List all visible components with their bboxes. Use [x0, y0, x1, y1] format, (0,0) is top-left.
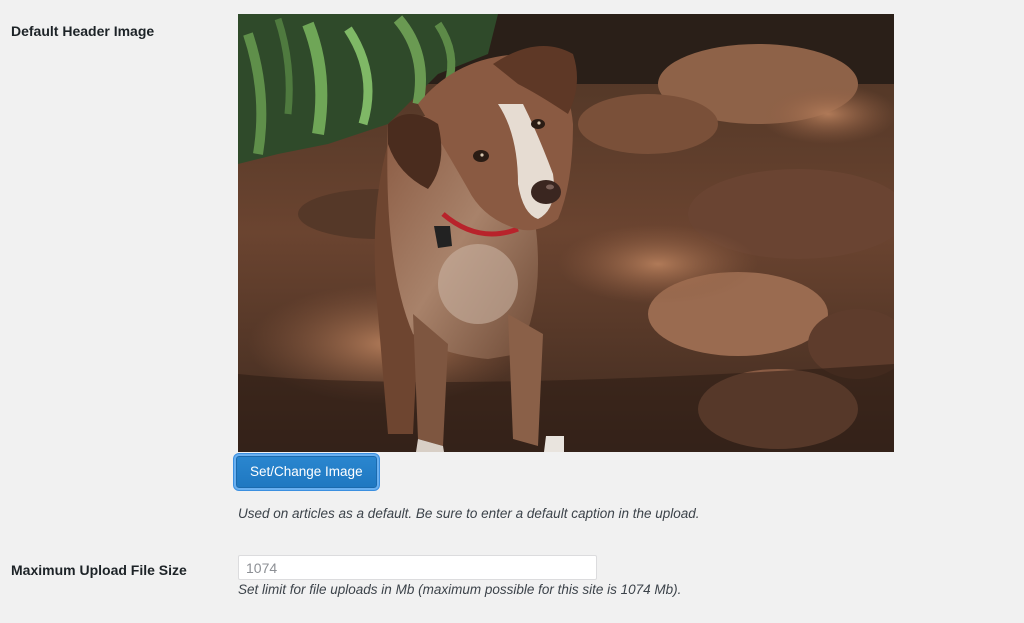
set-change-image-button[interactable]: Set/Change Image	[236, 456, 377, 488]
settings-page: Default Header Image Set/Change Image Us…	[0, 0, 1024, 623]
max-upload-size-description: Set limit for file uploads in Mb (maximu…	[238, 582, 682, 597]
header-image-preview	[238, 14, 894, 452]
header-image-description: Used on articles as a default. Be sure t…	[238, 506, 700, 521]
max-upload-size-input[interactable]	[238, 555, 597, 580]
max-upload-size-label: Maximum Upload File Size	[11, 562, 187, 578]
default-header-image-label: Default Header Image	[11, 23, 155, 39]
